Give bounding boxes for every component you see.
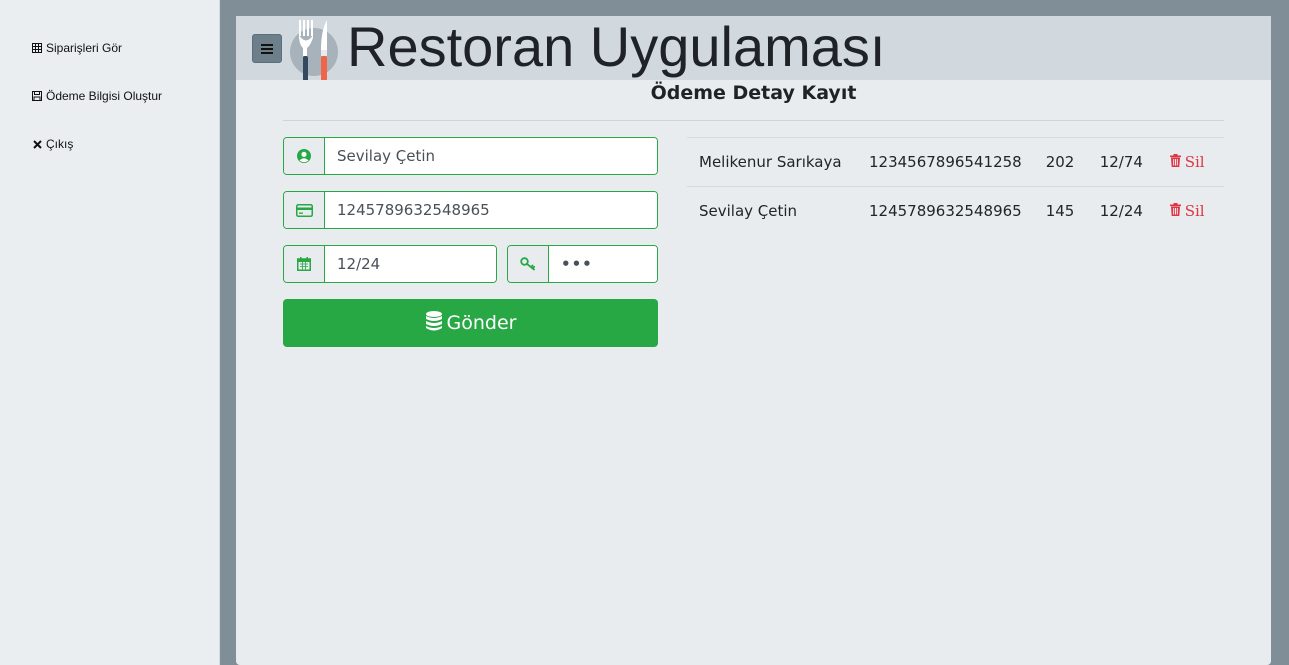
cell-name: Sevilay Çetin [699,202,798,221]
save-icon [32,91,42,101]
table-row: Sevilay Çetin 1245789632548965 145 12/24… [687,186,1224,236]
sidebar: Siparişleri Gör Ödeme Bilgisi Oluştur Çı… [0,0,220,665]
key-icon [508,246,549,282]
payments-table: Melikenur Sarıkaya 1234567896541258 202 … [687,137,1224,236]
sidebar-item-label: Çıkış [46,137,74,151]
page-title: Ödeme Detay Kayıt [650,82,857,104]
delete-button[interactable]: Sil [1169,202,1205,221]
sidebar-item-payment[interactable]: Ödeme Bilgisi Oluştur [32,89,162,103]
name-input[interactable] [325,138,657,174]
sidebar-item-logout[interactable]: Çıkış [32,137,73,151]
table-icon [32,43,42,53]
card-input-group [283,191,658,229]
cell-expiry: 12/74 [1099,153,1143,171]
menu-toggle-button[interactable] [252,34,282,63]
database-icon [425,310,443,337]
trash-icon [1169,153,1181,171]
cell-card: 1245789632548965 [869,202,1022,221]
cell-expiry: 12/24 [1099,202,1143,221]
cvv-input[interactable] [549,246,657,282]
cvv-input-group [507,245,658,283]
cell-cvv: 202 [1045,153,1075,171]
delete-button[interactable]: Sil [1169,153,1205,171]
cell-name: Melikenur Sarıkaya [699,153,842,171]
expiry-input-group [283,245,497,283]
table-row: Melikenur Sarıkaya 1234567896541258 202 … [687,137,1224,187]
expiry-input[interactable] [325,246,496,282]
card-number-input[interactable] [325,192,657,228]
delete-label: Sil [1184,153,1205,171]
hamburger-icon [261,39,273,58]
user-icon [284,138,325,174]
cell-cvv: 145 [1045,202,1075,221]
name-input-group [283,137,658,175]
close-icon [32,139,42,149]
sidebar-item-label: Siparişleri Gör [46,41,123,55]
fork-knife-icon [288,16,342,84]
credit-card-icon [284,192,325,228]
submit-button[interactable]: Gönder [283,299,658,347]
trash-icon [1169,202,1181,220]
app-title: Restoran Uygulaması [347,15,886,78]
submit-button-label: Gönder [446,312,517,334]
calendar-icon [284,246,325,282]
delete-label: Sil [1184,202,1205,221]
divider [283,120,1224,121]
cell-card: 1234567896541258 [869,153,1022,171]
sidebar-item-label: Ödeme Bilgisi Oluştur [46,89,163,103]
sidebar-item-orders[interactable]: Siparişleri Gör [32,41,122,55]
